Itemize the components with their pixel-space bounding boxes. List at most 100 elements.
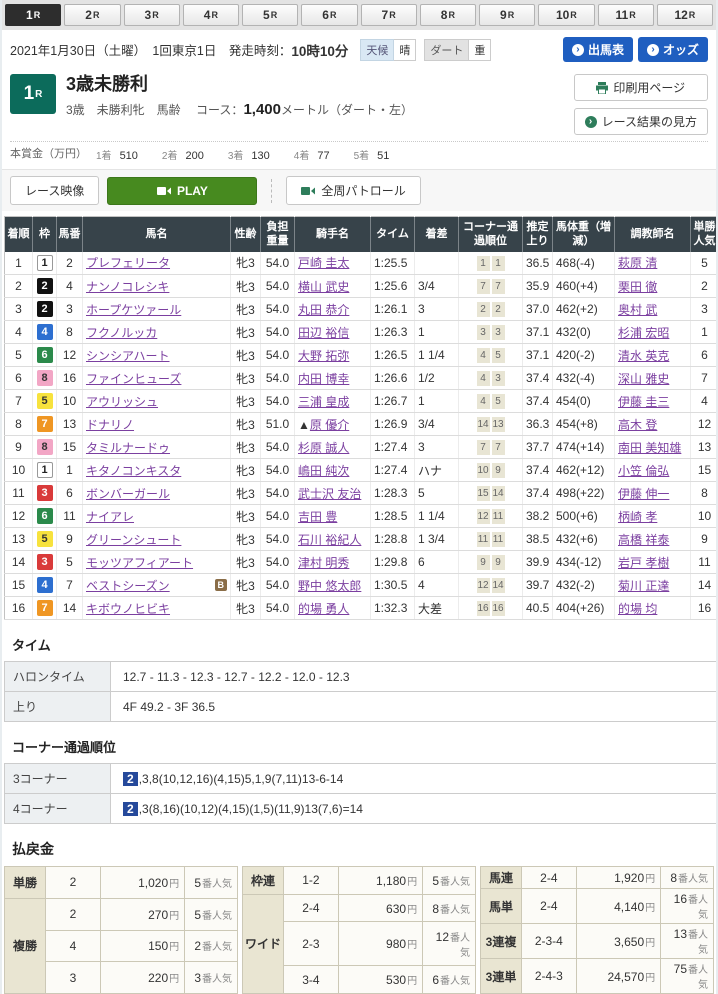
start-time-value: 10時10分 — [291, 40, 348, 60]
trainer-link[interactable]: 清水 英克 — [618, 349, 669, 363]
horse-name-link[interactable]: ホープケツァール — [86, 301, 181, 318]
horse-name-cell: ベストシーズンB — [83, 574, 231, 597]
jockey-link[interactable]: 津村 明秀 — [298, 556, 349, 570]
trainer-link[interactable]: 杉浦 宏昭 — [618, 326, 669, 340]
jockey-link[interactable]: 吉田 豊 — [298, 510, 337, 524]
horse-name-link[interactable]: グリーンシュート — [86, 531, 181, 548]
umaren-amount: 1,920円 — [576, 867, 660, 889]
trainer-link[interactable]: 伊藤 伸一 — [618, 487, 669, 501]
jockey-link[interactable]: 丸田 恭介 — [298, 303, 349, 317]
body-weight: 462(+12) — [553, 459, 615, 482]
play-button[interactable]: PLAY — [107, 177, 257, 205]
horse-name-link[interactable]: プレフェリータ — [86, 254, 170, 271]
trainer-cell: 清水 英克 — [615, 344, 691, 367]
wide-amount: 530円 — [338, 966, 422, 994]
horse-name-link[interactable]: ベストシーズン — [86, 577, 170, 594]
race-tab[interactable]: 11R — [598, 4, 654, 26]
finish-position: 9 — [5, 436, 33, 459]
race-tab[interactable]: 5R — [242, 4, 298, 26]
video-camera-icon — [157, 186, 171, 196]
race-tab[interactable]: 1R — [5, 4, 61, 26]
race-tab[interactable]: 3R — [124, 4, 180, 26]
jockey-link[interactable]: 野中 悠太郎 — [298, 579, 361, 593]
jockey-link[interactable]: 嶋田 純次 — [298, 464, 349, 478]
carried-weight: 54.0 — [261, 574, 295, 597]
jockey-link[interactable]: 戸崎 圭太 — [298, 256, 349, 270]
race-tab[interactable]: 6R — [301, 4, 357, 26]
jockey-link[interactable]: 横山 武史 — [298, 280, 349, 294]
last-3f: 37.7 — [523, 436, 553, 459]
odds-button[interactable]: › オッズ — [638, 37, 708, 62]
race-tab[interactable]: 10R — [538, 4, 594, 26]
jockey-link[interactable]: 大野 拓弥 — [298, 349, 349, 363]
horse-name-link[interactable]: タミルナードゥ — [86, 439, 170, 456]
corner-pass-cell: 77 — [459, 436, 523, 459]
horse-name-link[interactable]: キボウノヒビキ — [86, 600, 170, 617]
jockey-link[interactable]: 石川 裕紀人 — [298, 533, 361, 547]
trainer-link[interactable]: 小笠 倫弘 — [618, 464, 669, 478]
entry-list-button-label: 出馬表 — [588, 41, 624, 58]
horse-name-link[interactable]: ボンバーガール — [86, 485, 170, 502]
trainer-link[interactable]: 奥村 武 — [618, 303, 657, 317]
horse-name-link[interactable]: ファインヒューズ — [86, 370, 181, 387]
bracket-cell: 3 — [33, 482, 57, 505]
umaren-popularity: 8番人気 — [661, 867, 714, 889]
jockey-link[interactable]: 田辺 裕信 — [298, 326, 349, 340]
trainer-link[interactable]: 栗田 徹 — [618, 280, 657, 294]
trainer-cell: 伊藤 圭三 — [615, 390, 691, 413]
last-3f: 35.9 — [523, 275, 553, 298]
horse-name-link[interactable]: ナイアレ — [86, 508, 134, 525]
trainer-link[interactable]: 高木 登 — [618, 418, 657, 432]
prize-item: 2着200 — [162, 147, 204, 162]
race-tab[interactable]: 12R — [657, 4, 713, 26]
jockey-link[interactable]: 三浦 皇成 — [298, 395, 349, 409]
bracket-badge: 3 — [37, 485, 53, 501]
horse-name-link[interactable]: シンシアハート — [86, 347, 170, 364]
horse-name-link[interactable]: ドナリノ — [86, 416, 134, 433]
trainer-link[interactable]: 南田 美知雄 — [618, 441, 681, 455]
trainer-link[interactable]: 的場 均 — [618, 602, 657, 616]
trainer-link[interactable]: 伊藤 圭三 — [618, 395, 669, 409]
jockey-link[interactable]: 的場 勇人 — [298, 602, 349, 616]
win-favorite: 15 — [691, 459, 718, 482]
trainer-link[interactable]: 柄崎 孝 — [618, 510, 657, 524]
trainer-link[interactable]: 菊川 正達 — [618, 579, 669, 593]
horse-name-link[interactable]: アウリッシュ — [86, 393, 158, 410]
trainer-cell: 菊川 正達 — [615, 574, 691, 597]
horse-name-link[interactable]: ナンノコレシキ — [86, 278, 169, 295]
entry-list-button[interactable]: › 出馬表 — [563, 37, 633, 62]
horse-name-link[interactable]: キタノコンキスタ — [86, 462, 181, 479]
patrol-video-button[interactable]: 全周パトロール — [286, 176, 420, 205]
race-time: 1:26.6 — [371, 367, 415, 390]
trainer-link[interactable]: 岩戸 孝樹 — [618, 556, 669, 570]
last-3f: 39.9 — [523, 551, 553, 574]
race-tab[interactable]: 8R — [420, 4, 476, 26]
race-header-buttons: 印刷用ページ › レース結果の見方 — [574, 74, 708, 135]
race-tab[interactable]: 2R — [64, 4, 120, 26]
horse-name-link[interactable]: モッツアフィアート — [86, 554, 193, 571]
horse-number: 7 — [57, 574, 83, 597]
race-tab[interactable]: 7R — [361, 4, 417, 26]
jockey-link[interactable]: 武士沢 友治 — [298, 487, 361, 501]
print-page-button[interactable]: 印刷用ページ — [574, 74, 708, 101]
margin: 1 — [415, 321, 459, 344]
jockey-link[interactable]: 原 優介 — [310, 418, 349, 432]
race-video-button[interactable]: レース映像 — [10, 176, 99, 205]
jockey-link[interactable]: 内田 博幸 — [298, 372, 349, 386]
jockey-link[interactable]: 杉原 誠人 — [298, 441, 349, 455]
corner-pass-cell: 1514 — [459, 482, 523, 505]
prize-amount: 200 — [185, 150, 203, 162]
trainer-link[interactable]: 深山 雅史 — [618, 372, 669, 386]
result-guide-button[interactable]: › レース結果の見方 — [574, 108, 708, 135]
trainer-link[interactable]: 高橋 祥泰 — [618, 533, 669, 547]
trainer-link[interactable]: 萩原 清 — [618, 256, 657, 270]
margin: 3 — [415, 436, 459, 459]
bracket-cell: 8 — [33, 436, 57, 459]
horse-name-link[interactable]: フクノルッカ — [86, 324, 157, 341]
horse-number: 14 — [57, 597, 83, 620]
race-tab[interactable]: 9R — [479, 4, 535, 26]
payout-table-left: 単勝 2 1,020円 5番人気 複勝 2 270円 5番人気 4 150円 2… — [4, 866, 238, 994]
prize-amount: 77 — [317, 150, 329, 162]
race-tab[interactable]: 4R — [183, 4, 239, 26]
sanrentan-popularity: 75番人気 — [661, 959, 714, 994]
